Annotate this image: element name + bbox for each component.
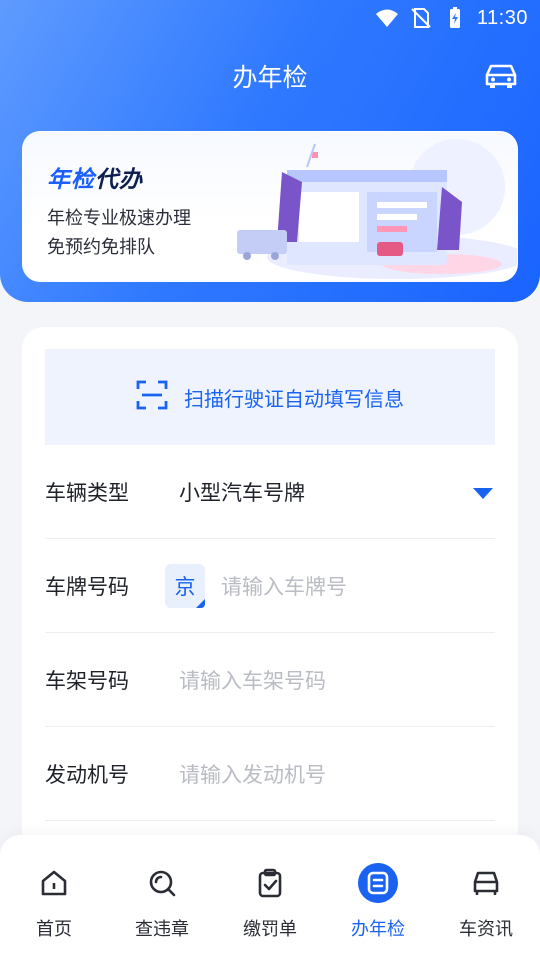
- plate-number-input[interactable]: 请输入车牌号: [221, 571, 347, 601]
- dropdown-caret-icon: [473, 485, 493, 504]
- engine-number-label: 发动机号: [45, 762, 129, 787]
- tab-home-label: 首页: [36, 919, 72, 940]
- engine-number-input[interactable]: 请输入发动机号: [179, 759, 326, 789]
- tab-annual-inspection-label: 办年检: [351, 919, 405, 940]
- vehicle-type-value: 小型汽车号牌: [179, 480, 305, 505]
- bottom-tab-bar: 首页 查违章 缴罚单 办年检 车资讯: [0, 835, 540, 960]
- title-bar: 办年检: [0, 50, 540, 102]
- status-bar: 11:30: [0, 0, 540, 36]
- search-icon: [142, 863, 182, 903]
- frame-number-label: 车架号码: [45, 668, 129, 693]
- inspection-station-illustration: [237, 139, 517, 279]
- banner-brand: 年检代办: [47, 160, 143, 194]
- scan-license-button[interactable]: 扫描行驶证自动填写信息: [45, 349, 495, 445]
- province-corner-marker: [196, 598, 205, 608]
- tab-violations-label: 查违章: [135, 919, 189, 940]
- scan-icon: [136, 379, 168, 415]
- province-value: 京: [174, 574, 196, 599]
- scan-label: 扫描行驶证自动填写信息: [184, 386, 404, 411]
- tab-car-news-label: 车资讯: [459, 919, 513, 940]
- home-icon: [34, 863, 74, 903]
- page-title: 办年检: [232, 63, 308, 92]
- tab-home[interactable]: 首页: [0, 835, 108, 960]
- province-selector[interactable]: 京: [165, 563, 205, 608]
- plate-number-row: 车牌号码 京 请输入车牌号: [45, 539, 495, 633]
- status-time: 11:30: [476, 6, 528, 29]
- vehicle-type-row[interactable]: 车辆类型 小型汽车号牌: [45, 445, 495, 539]
- car-icon[interactable]: [484, 60, 518, 92]
- promo-banner[interactable]: 年检代办 年检专业极速办理 免预约免排队: [22, 131, 518, 282]
- battery-charging-icon: [443, 6, 467, 30]
- wifi-icon: [375, 6, 399, 30]
- tab-fines-label: 缴罚单: [243, 919, 297, 940]
- banner-line1: 年检专业极速办理: [47, 208, 191, 229]
- document-icon: [358, 863, 398, 903]
- brand-part2: 代办: [95, 167, 143, 193]
- frame-number-row: 车架号码 请输入车架号码: [45, 633, 495, 727]
- car-front-icon: [466, 863, 506, 903]
- tab-violations[interactable]: 查违章: [108, 835, 216, 960]
- engine-number-row: 发动机号 请输入发动机号: [45, 727, 495, 821]
- no-sim-icon: [409, 6, 433, 30]
- clipboard-check-icon: [250, 863, 290, 903]
- vehicle-type-label: 车辆类型: [45, 480, 129, 505]
- tab-annual-inspection[interactable]: 办年检: [324, 835, 432, 960]
- plate-number-label: 车牌号码: [45, 574, 129, 599]
- tab-fines[interactable]: 缴罚单: [216, 835, 324, 960]
- brand-part1: 年检: [47, 167, 95, 193]
- tab-car-news[interactable]: 车资讯: [432, 835, 540, 960]
- frame-number-input[interactable]: 请输入车架号码: [179, 665, 326, 695]
- banner-line2: 免预约免排队: [47, 237, 155, 258]
